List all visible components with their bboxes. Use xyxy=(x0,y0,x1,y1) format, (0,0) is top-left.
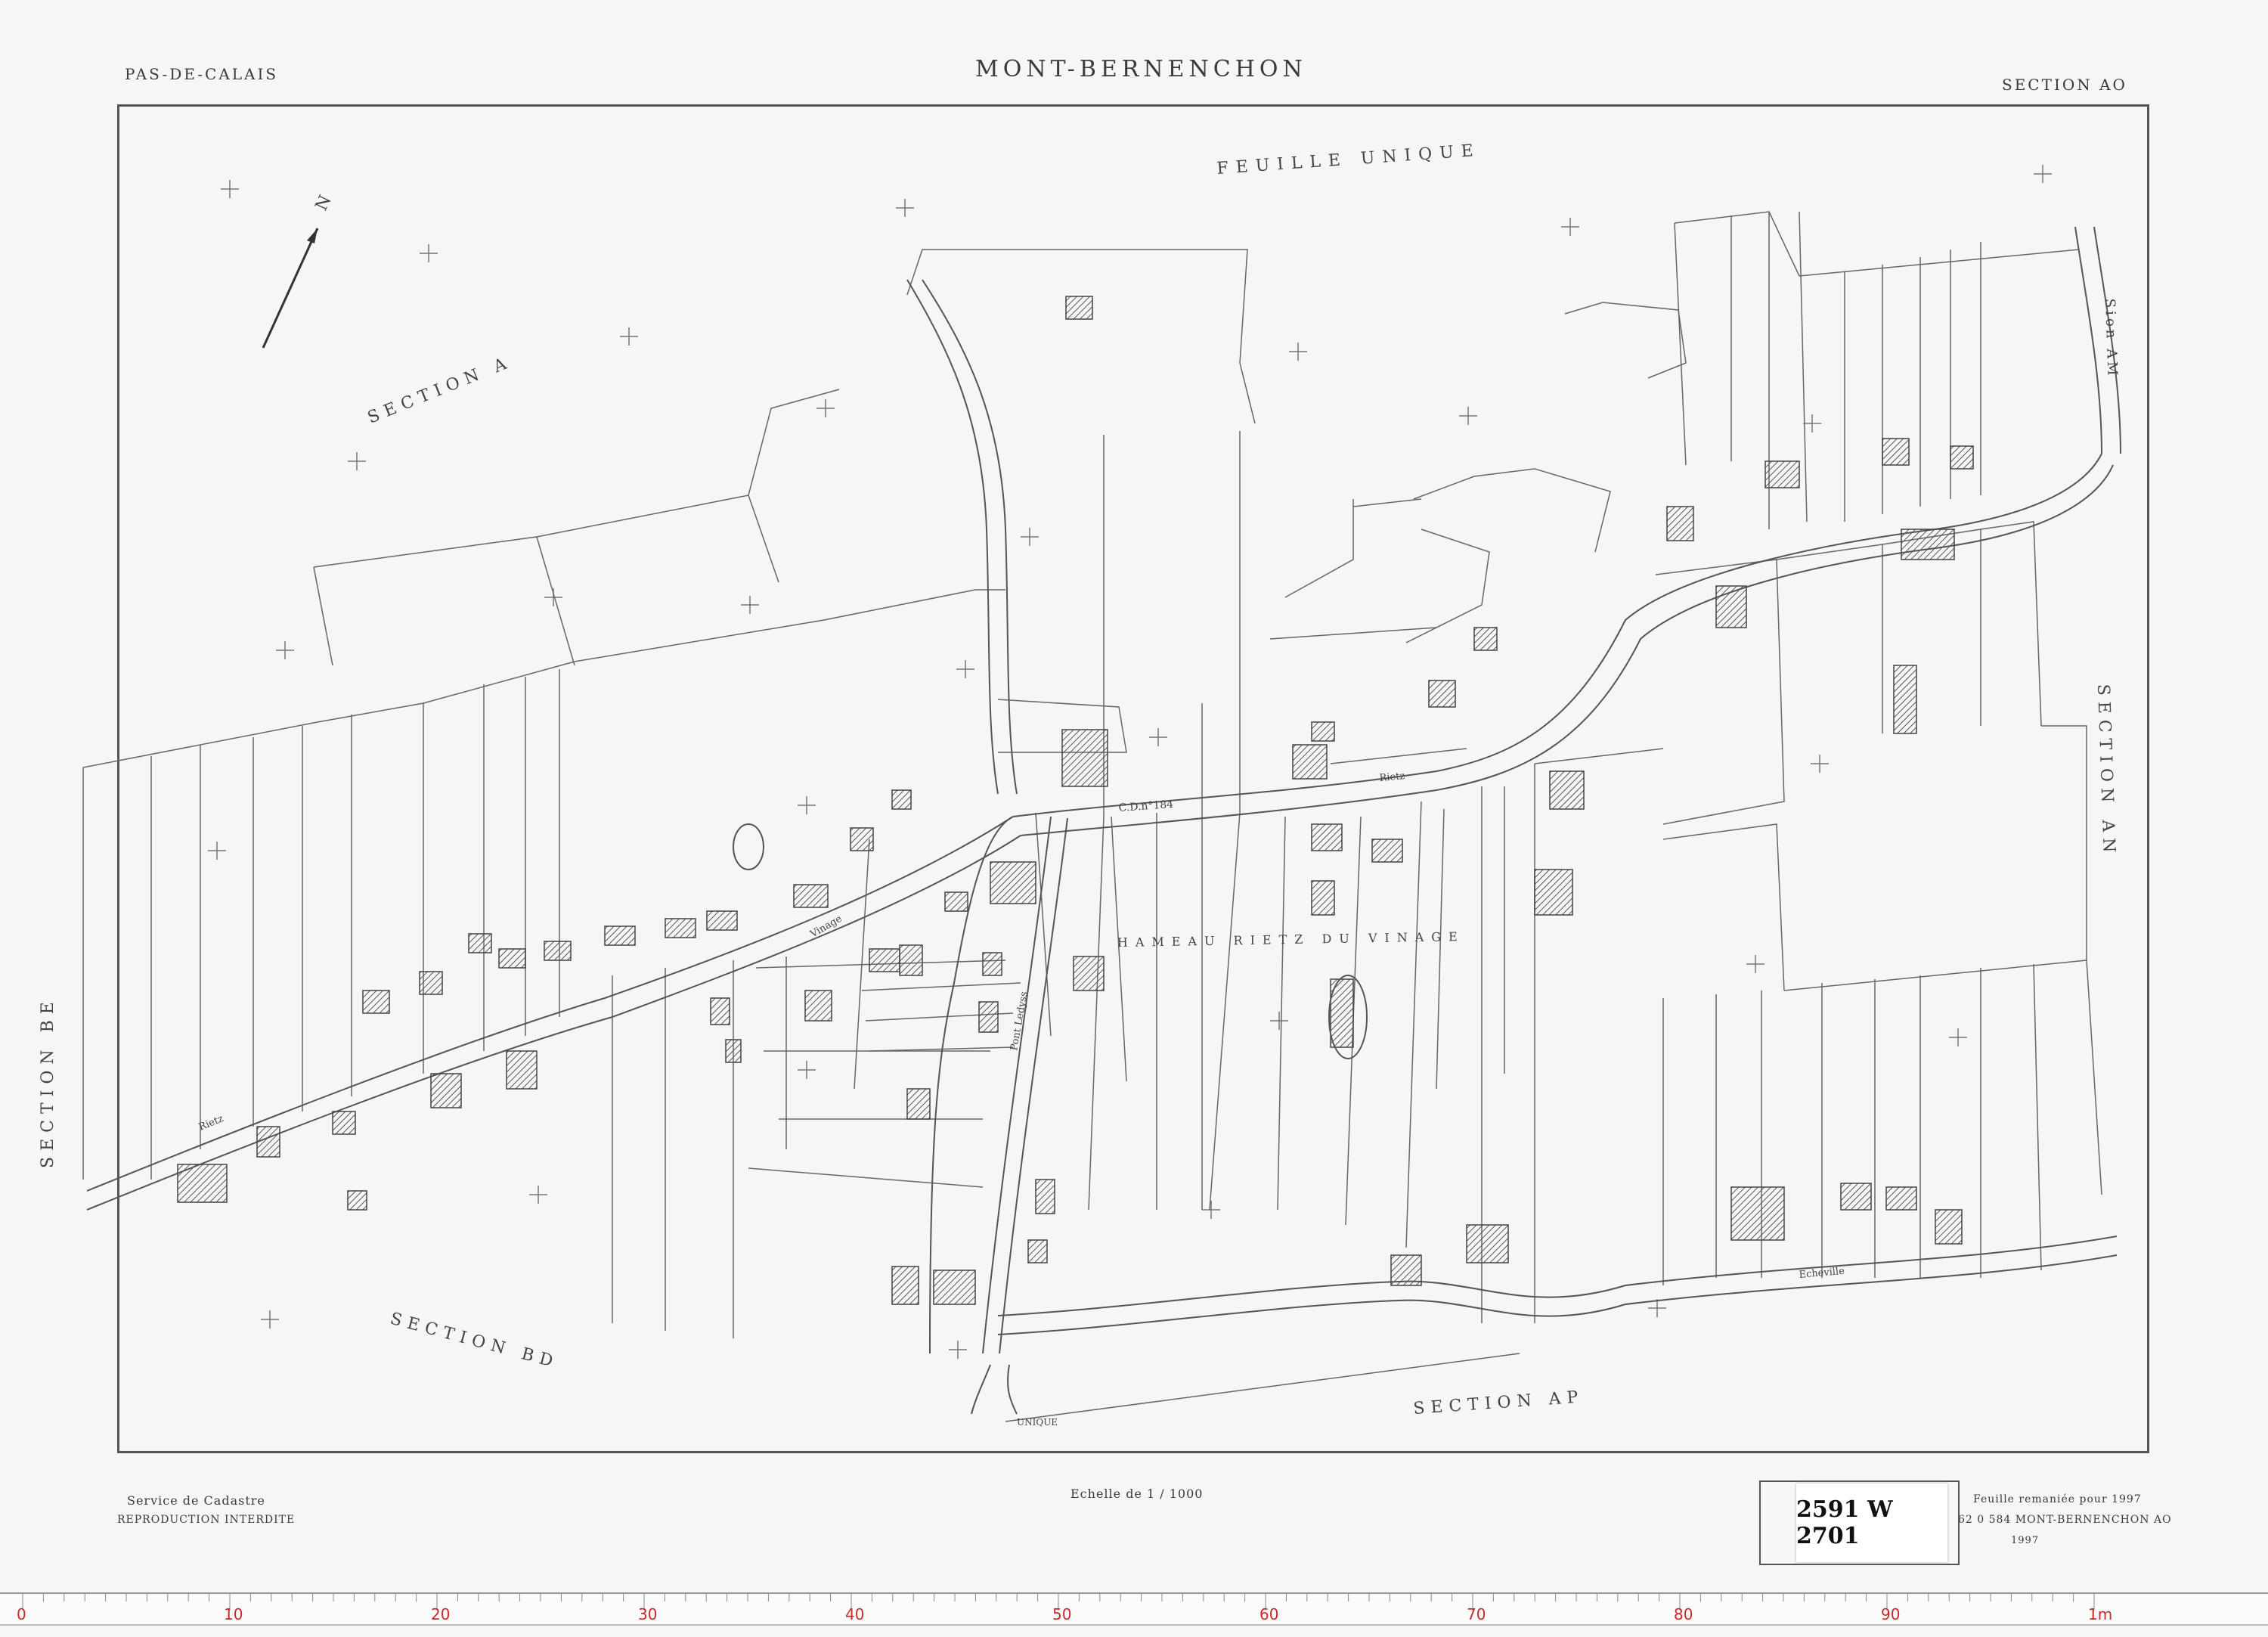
road-rietz-top-label: Rietz xyxy=(1379,770,1405,784)
road-pont-ledyss-label: Pont Ledyss xyxy=(1009,991,1030,1052)
pond-small xyxy=(733,823,764,870)
section-ap-label: SECTION AP xyxy=(1413,1387,1585,1418)
section-a-label: SECTION A xyxy=(365,352,515,427)
scale-label: Echelle de 1 / 1000 xyxy=(1070,1487,1204,1501)
road-vinage-label: Vinage xyxy=(808,913,844,941)
archive-label: 2591 W 2701 xyxy=(1796,1484,1947,1562)
service-label: Service de Cadastre xyxy=(127,1493,265,1508)
sheet-label: FEUILLE UNIQUE xyxy=(1216,141,1482,178)
ruler-mark-label: 0 xyxy=(17,1605,26,1623)
road-rietz-label: Rietz xyxy=(197,1113,225,1133)
ruler-mark-label: 80 xyxy=(1674,1605,1693,1623)
ruler-mark-label: 10 xyxy=(224,1605,243,1623)
buildings xyxy=(177,296,1974,1305)
ruler-mark-label: 60 xyxy=(1259,1605,1278,1623)
commune-ref-label: 62 0 584 MONT-BERNENCHON AO xyxy=(1958,1514,2172,1526)
ruler-mark-label: 70 xyxy=(1467,1605,1486,1623)
section-an-label: SECTION AN xyxy=(2093,684,2118,858)
section-bd-label: SECTION BD xyxy=(388,1310,560,1373)
measuring-ruler: 0 10 20 30 40 50 60 70 80 90 1m xyxy=(0,1592,2268,1626)
section-be-label: SECTION BE xyxy=(39,996,57,1168)
ruler-mark-label: 30 xyxy=(638,1605,657,1623)
grid-crosses xyxy=(208,165,2052,1359)
ruler-mark-label: 50 xyxy=(1052,1605,1071,1623)
section-am-label: Sion AM xyxy=(2102,298,2121,378)
ruler-mark-label: 1m xyxy=(2088,1605,2112,1623)
north-arrow-icon: N xyxy=(262,193,336,349)
remaniement-label: Feuille remaniée pour 1997 xyxy=(1973,1493,2142,1505)
parcel-boundaries xyxy=(82,211,2102,1422)
ruler-mark-label: 40 xyxy=(845,1605,864,1623)
ruler-ticks: 0 10 20 30 40 50 60 70 80 90 1m xyxy=(17,1594,2112,1623)
north-label: N xyxy=(312,193,336,214)
reproduction-label: REPRODUCTION INTERDITE xyxy=(117,1514,296,1526)
map-sheet: PAS-DE-CALAIS MONT-BERNENCHON SECTION AO xyxy=(0,0,2268,1637)
cadastral-map[interactable]: N FEUILLE UNIQUE SECTION A SECTION BE SE… xyxy=(0,0,2268,1637)
ruler-mark-label: 20 xyxy=(431,1605,450,1623)
road-code-label: C.D.n°184 xyxy=(1118,798,1174,814)
hamlet-label: HAMEAU RIETZ DU VINAGE xyxy=(1117,929,1465,950)
ruler-mark-label: 90 xyxy=(1881,1605,1900,1623)
unique-bottom-label: UNIQUE xyxy=(1017,1417,1058,1428)
year-label: 1997 xyxy=(2011,1535,2040,1546)
